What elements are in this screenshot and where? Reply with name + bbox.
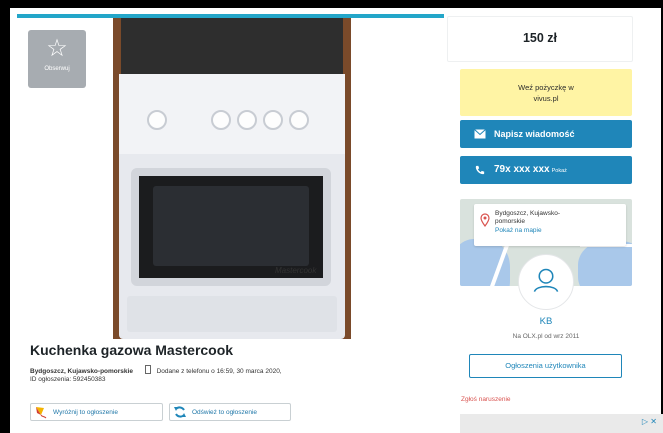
window-frame-top bbox=[0, 0, 663, 8]
phone-number-text: 79x xxx xxx bbox=[494, 164, 550, 175]
message-button[interactable]: Napisz wiadomość bbox=[460, 120, 632, 148]
listing-location: Bydgoszcz, Kujawsko-pomorskie bbox=[30, 368, 133, 375]
refresh-ad-button[interactable]: Odśwież to ogłoszenie bbox=[169, 403, 291, 421]
knob-icon bbox=[211, 110, 231, 130]
feature-ad-button[interactable]: Wyróżnij to ogłoszenie bbox=[30, 403, 163, 421]
user-ads-button[interactable]: Ogłoszenia użytkownika bbox=[469, 354, 622, 378]
phone-number: 79x xxx xxx Pokaż bbox=[494, 164, 567, 175]
observe-button[interactable]: ☆ Obserwuj bbox=[28, 30, 86, 88]
knob-icon bbox=[237, 110, 257, 130]
listing-ad-id: ID ogłoszenia: 592450383 bbox=[30, 376, 106, 383]
star-icon: ☆ bbox=[46, 35, 68, 62]
phone-handset-icon bbox=[475, 165, 485, 175]
listing-added: Dodane z telefonu o 16:59, 30 marca 2020… bbox=[156, 368, 282, 375]
price-value: 150 zł bbox=[522, 31, 558, 45]
seller-avatar[interactable] bbox=[518, 254, 574, 310]
user-icon bbox=[533, 268, 559, 293]
ad-choices-icon[interactable]: ▷ ✕ bbox=[642, 417, 657, 426]
window-frame-left bbox=[0, 0, 10, 433]
knob-icon bbox=[263, 110, 283, 130]
observe-label: Obserwuj bbox=[44, 66, 70, 72]
location-card: Bydgoszcz, Kujawsko- pomorskie Pokaż na … bbox=[474, 204, 626, 246]
loan-line-2: vivus.pl bbox=[533, 94, 559, 103]
oven-glass-image bbox=[153, 186, 309, 266]
listing-card: Mastercook ☆ Obserwuj Kuchenka gazowa Ma… bbox=[17, 14, 444, 433]
stove-knob-panel bbox=[119, 74, 345, 154]
feature-ad-label: Wyróżnij to ogłoszenie bbox=[53, 409, 118, 416]
kite-icon bbox=[36, 407, 47, 419]
phone-show-link[interactable]: Pokaż bbox=[552, 168, 567, 174]
report-link[interactable]: Zgłoś naruszenie bbox=[461, 396, 511, 403]
message-label: Napisz wiadomość bbox=[494, 129, 575, 139]
map-water-area bbox=[578, 241, 632, 286]
loan-line-1: Weź pożyczkę w bbox=[518, 83, 574, 92]
stove-brand-logo: Mastercook bbox=[275, 266, 317, 275]
knob-icon bbox=[147, 110, 167, 130]
stove-top-image bbox=[121, 18, 343, 76]
ad-banner[interactable]: ▷ ✕ bbox=[460, 414, 663, 433]
map-pin-icon bbox=[480, 213, 490, 227]
refresh-ad-label: Odśwież to ogłoszenie bbox=[192, 409, 258, 416]
phone-button[interactable]: 79x xxx xxx Pokaż bbox=[460, 156, 632, 184]
loan-banner[interactable]: Weź pożyczkę w vivus.pl bbox=[460, 69, 632, 116]
seller-name[interactable]: KB bbox=[460, 316, 632, 327]
listing-title: Kuchenka gazowa Mastercook bbox=[30, 342, 234, 358]
show-on-map-link[interactable]: Pokaż na mapie bbox=[495, 227, 542, 234]
envelope-icon bbox=[474, 129, 486, 139]
price-box: 150 zł bbox=[447, 16, 633, 62]
refresh-icon bbox=[174, 406, 186, 418]
seller-since: Na OLX.pl od wrz 2011 bbox=[512, 333, 580, 340]
location-line-2: pomorskie bbox=[495, 218, 525, 225]
location-line-1: Bydgoszcz, Kujawsko- bbox=[495, 210, 561, 217]
listing-meta: Bydgoszcz, Kujawsko-pomorskie Dodane z t… bbox=[30, 365, 282, 375]
stove-drawer-image bbox=[127, 296, 337, 332]
phone-icon bbox=[144, 365, 151, 374]
knob-icon bbox=[289, 110, 309, 130]
listing-photo[interactable]: Mastercook bbox=[113, 18, 351, 339]
